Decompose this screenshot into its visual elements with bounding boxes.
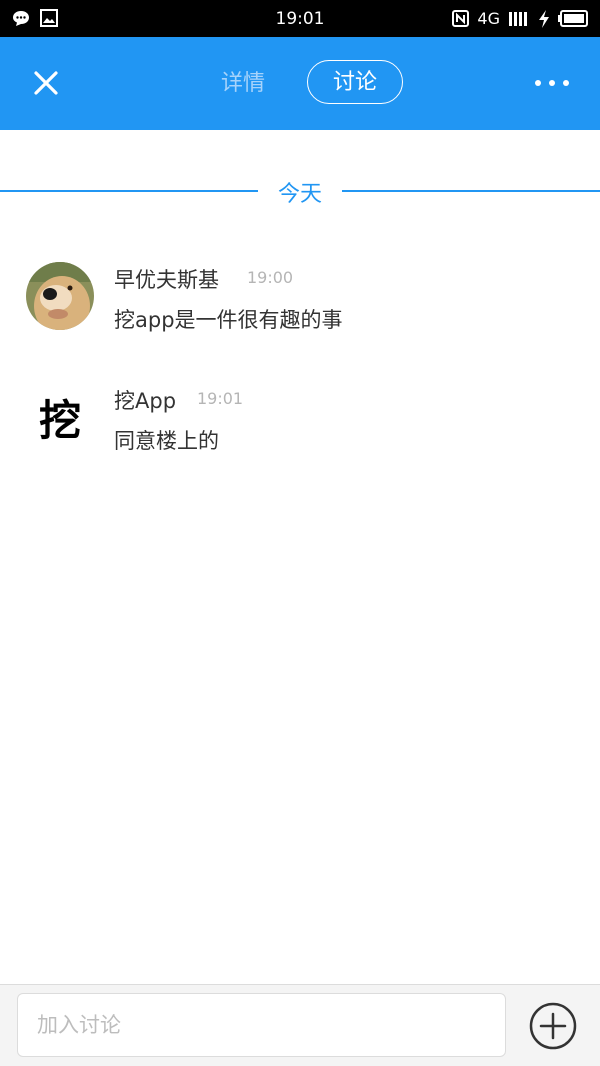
status-bar: 19:01 4G [0,0,600,37]
message-time: 19:00 [247,268,294,287]
plus-circle-icon[interactable] [529,1002,577,1050]
avatar[interactable]: 挖 [26,383,94,451]
message-text: 挖app是一件很有趣的事 [114,308,343,332]
nfc-icon [452,10,470,27]
header: 详情 讨论 [0,37,600,130]
more-icon[interactable] [534,73,570,93]
discussion-input[interactable] [17,993,506,1057]
signal-icon [509,12,527,26]
sender-name: 挖App [114,389,177,413]
status-indicators: 4G [452,9,588,28]
charging-icon [539,9,549,28]
tab-detail[interactable]: 详情 [212,66,274,102]
close-icon[interactable] [28,65,64,101]
divider-line-left [0,190,258,192]
dog-avatar-image [26,262,94,330]
battery-icon [558,10,588,27]
avatar-glyph: 挖 [38,395,81,445]
avatar[interactable] [26,262,94,330]
divider-line-right [342,190,600,192]
tab-discuss[interactable]: 讨论 [307,60,403,104]
network-label: 4G [477,9,500,28]
composer-bar [0,984,600,1066]
sender-name: 早优夫斯基 [114,268,219,292]
date-divider-label: 今天 [277,182,322,207]
message-text: 同意楼上的 [114,429,219,453]
message-time: 19:01 [197,389,244,408]
